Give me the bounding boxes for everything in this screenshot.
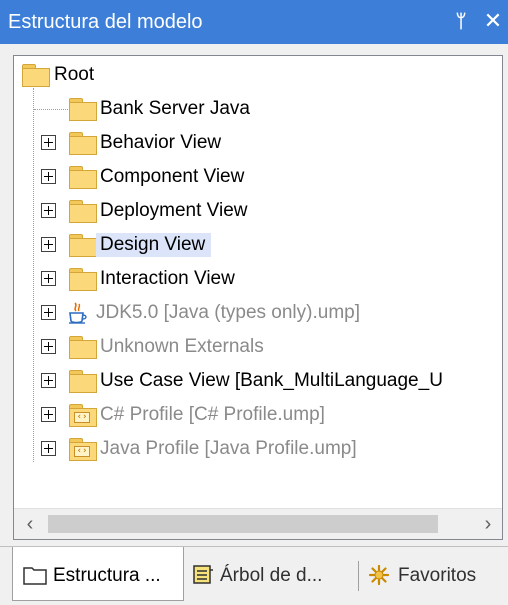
tree-item-jdk[interactable]: JDK5.0 [Java (types only).ump] — [14, 296, 502, 330]
tree-view[interactable]: Root Bank Server Java Behavior View Comp… — [13, 55, 503, 540]
tree-item-label: Use Case View [Bank_MultiLanguage_U — [100, 370, 443, 391]
tab-separator — [358, 561, 359, 591]
star-icon — [368, 564, 390, 586]
folder-icon — [69, 200, 97, 223]
tree-item-component-view[interactable]: Component View — [14, 160, 502, 194]
tree-item-design-view[interactable]: Design View — [14, 228, 502, 262]
expand-icon[interactable] — [41, 271, 56, 286]
pin-icon[interactable]: ᛘ — [452, 9, 470, 33]
tree-item-label: Behavior View — [100, 132, 222, 153]
tree-item-use-case-view[interactable]: Use Case View [Bank_MultiLanguage_U — [14, 364, 502, 398]
tree-item-label: Unknown Externals — [100, 336, 264, 357]
tree-item-label: Java Profile [Java Profile.ump] — [100, 438, 357, 459]
model-tree-panel: Estructura del modelo ᛘ ✕ Root Bank Serv… — [0, 0, 508, 605]
panel-tab-bar: Estructura ... Árbol de d... Favoritos — [0, 546, 508, 605]
tree-item-label: Deployment View — [100, 200, 248, 221]
tree-item-label: JDK5.0 [Java (types only).ump] — [96, 302, 360, 323]
expand-icon[interactable] — [41, 203, 56, 218]
scroll-left-icon[interactable]: ‹ — [22, 513, 38, 535]
tree-item-unknown-externals[interactable]: Unknown Externals — [14, 330, 502, 364]
folder-icon — [69, 98, 97, 121]
profile-folder-icon: ‹› — [69, 404, 97, 427]
folder-icon — [22, 64, 50, 87]
panel-title-bar: Estructura del modelo ᛘ ✕ — [0, 0, 508, 44]
tree-item-root[interactable]: Root — [14, 58, 502, 92]
folder-outline-icon — [23, 567, 47, 585]
expand-icon[interactable] — [41, 169, 56, 184]
tree-item-deployment-view[interactable]: Deployment View — [14, 194, 502, 228]
tree-item-label: Bank Server Java — [100, 98, 250, 119]
expand-icon[interactable] — [41, 305, 56, 320]
tree-item-bank-server-java[interactable]: Bank Server Java — [14, 92, 502, 126]
tree-item-label: Design View — [96, 233, 212, 257]
expand-icon[interactable] — [41, 135, 56, 150]
tab-label: Árbol de d... — [220, 565, 323, 586]
tree: Root Bank Server Java Behavior View Comp… — [14, 56, 502, 506]
folder-icon — [69, 166, 97, 189]
scroll-right-icon[interactable]: › — [480, 513, 496, 535]
folder-icon — [69, 268, 97, 291]
scroll-thumb[interactable] — [48, 515, 438, 533]
expand-icon[interactable] — [41, 339, 56, 354]
tree-item-label: Root — [54, 64, 95, 85]
folder-icon — [69, 234, 97, 257]
folder-icon — [69, 336, 97, 359]
folder-icon — [69, 132, 97, 155]
tab-arbol[interactable]: Árbol de d... — [186, 547, 356, 601]
tree-item-interaction-view[interactable]: Interaction View — [14, 262, 502, 296]
tree-item-label: Interaction View — [100, 268, 235, 289]
tree-connector — [34, 109, 68, 110]
tree-item-label: Component View — [100, 166, 245, 187]
expand-icon[interactable] — [41, 373, 56, 388]
expand-icon[interactable] — [41, 237, 56, 252]
folder-icon — [69, 370, 97, 393]
tab-estructura[interactable]: Estructura ... — [12, 547, 184, 601]
tree-item-behavior-view[interactable]: Behavior View — [14, 126, 502, 160]
diagram-tree-icon — [193, 565, 213, 584]
expand-icon[interactable] — [41, 441, 56, 456]
expand-icon[interactable] — [41, 407, 56, 422]
java-icon — [69, 302, 87, 324]
tab-favoritos[interactable]: Favoritos — [360, 547, 508, 601]
close-icon[interactable]: ✕ — [482, 8, 504, 34]
tree-item-label: C# Profile [C# Profile.ump] — [100, 404, 325, 425]
horizontal-scrollbar[interactable]: ‹ › — [14, 508, 502, 539]
tab-label: Favoritos — [398, 565, 477, 586]
panel-title: Estructura del modelo — [8, 11, 203, 33]
profile-folder-icon: ‹› — [69, 438, 97, 461]
tree-item-csharp-profile[interactable]: ‹› C# Profile [C# Profile.ump] — [14, 398, 502, 432]
tree-item-java-profile[interactable]: ‹› Java Profile [Java Profile.ump] — [14, 432, 502, 466]
tab-label: Estructura ... — [53, 565, 161, 586]
